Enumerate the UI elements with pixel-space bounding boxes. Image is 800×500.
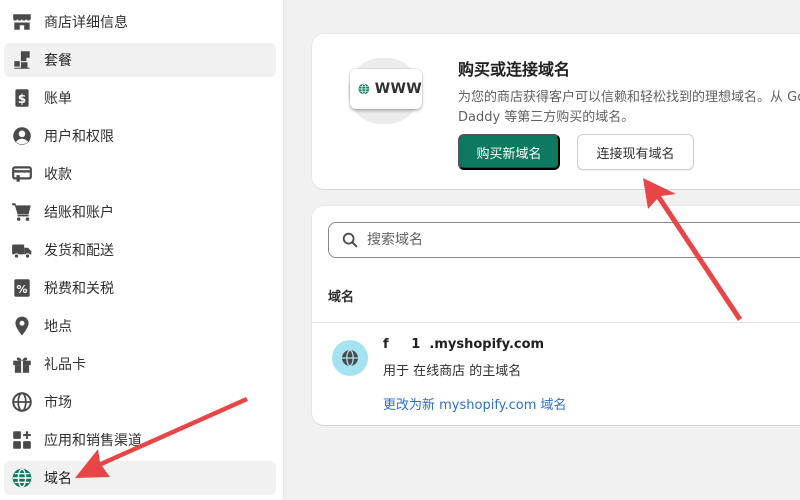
sidebar-item-billing[interactable]: $ 账单 (4, 81, 276, 115)
sidebar-item-markets[interactable]: 市场 (4, 385, 276, 419)
sidebar-item-apps[interactable]: 应用和销售渠道 (4, 423, 276, 457)
column-header-domain: 域名 (328, 290, 355, 305)
buy-new-domain-button[interactable]: 购买新域名 (458, 134, 560, 170)
sidebar-item-taxes[interactable]: % 税费和关税 (4, 271, 276, 305)
sidebar-item-label: 礼品卡 (44, 357, 86, 373)
sidebar-item-label: 域名 (44, 471, 72, 487)
sidebar-item-label: 商店详细信息 (44, 15, 128, 31)
svg-text:$: $ (18, 92, 26, 106)
plan-icon (10, 48, 34, 72)
sidebar-item-domains[interactable]: 域名 (4, 461, 276, 495)
connect-existing-domain-button[interactable]: 连接现有域名 (577, 134, 694, 170)
sidebar-item-label: 发货和配送 (44, 243, 114, 259)
sidebar-item-label: 用户和权限 (44, 129, 114, 145)
www-illustration: WWW (348, 56, 424, 126)
domain-globe-icon (342, 349, 358, 367)
globe-icon (10, 390, 34, 414)
domain-list-card: 域名 f 1 .myshopify.com 用于 在线商店 的主域名 更改为新 … (312, 206, 800, 425)
sidebar-item-users[interactable]: 用户和权限 (4, 119, 276, 153)
search-icon (342, 232, 358, 248)
sidebar-item-store-details[interactable]: 商店详细信息 (4, 5, 276, 39)
settings-sidebar: 商店详细信息 套餐 $ 账单 用户和权限 收款 结账和账户 发货和配送 % 税费… (0, 0, 284, 500)
www-globe-icon (358, 83, 370, 95)
sidebar-item-label: 套餐 (44, 53, 72, 69)
location-icon (10, 314, 34, 338)
header-divider (312, 322, 800, 323)
apps-icon (10, 428, 34, 452)
settings-page: 商店详细信息 套餐 $ 账单 用户和权限 收款 结账和账户 发货和配送 % 税费… (0, 0, 800, 500)
sidebar-item-label: 应用和销售渠道 (44, 433, 142, 449)
search-box[interactable] (328, 222, 800, 258)
domain-avatar (332, 340, 368, 376)
buy-connect-domain-card: WWW 购买或连接域名 为您的商店获得客户可以信赖和轻松找到的理想域名。从 Go… (312, 34, 800, 189)
domain-globe-icon (10, 466, 34, 490)
sidebar-item-payments[interactable]: 收款 (4, 157, 276, 191)
truck-icon (10, 238, 34, 262)
domain-role: 用于 在线商店 的主域名 (383, 364, 522, 379)
promo-description: 为您的商店获得客户可以信赖和轻松找到的理想域名。从 GoDaddy 等第三方购买… (458, 90, 800, 125)
search-input[interactable] (367, 232, 767, 248)
cart-icon (10, 200, 34, 224)
sidebar-item-label: 结账和账户 (44, 205, 114, 221)
domain-name: f 1 .myshopify.com (383, 337, 545, 352)
sidebar-item-label: 市场 (44, 395, 72, 411)
tax-icon: % (10, 276, 34, 300)
sidebar-item-locations[interactable]: 地点 (4, 309, 276, 343)
sidebar-item-label: 地点 (44, 319, 72, 335)
sidebar-item-label: 税费和关税 (44, 281, 114, 297)
www-badge: WWW (350, 69, 422, 109)
change-myshopify-domain-link[interactable]: 更改为新 myshopify.com 域名 (383, 394, 567, 413)
payments-icon (10, 162, 34, 186)
sidebar-item-label: 收款 (44, 167, 72, 183)
www-text: WWW (374, 81, 422, 97)
user-icon (10, 124, 34, 148)
promo-title: 购买或连接域名 (458, 60, 571, 79)
store-icon (10, 10, 34, 34)
billing-icon: $ (10, 86, 34, 110)
svg-text:%: % (16, 283, 27, 296)
gift-icon (10, 352, 34, 376)
sidebar-item-gift-cards[interactable]: 礼品卡 (4, 347, 276, 381)
sidebar-item-plan[interactable]: 套餐 (4, 43, 276, 77)
sidebar-item-shipping[interactable]: 发货和配送 (4, 233, 276, 267)
sidebar-item-label: 账单 (44, 91, 72, 107)
sidebar-item-checkout[interactable]: 结账和账户 (4, 195, 276, 229)
